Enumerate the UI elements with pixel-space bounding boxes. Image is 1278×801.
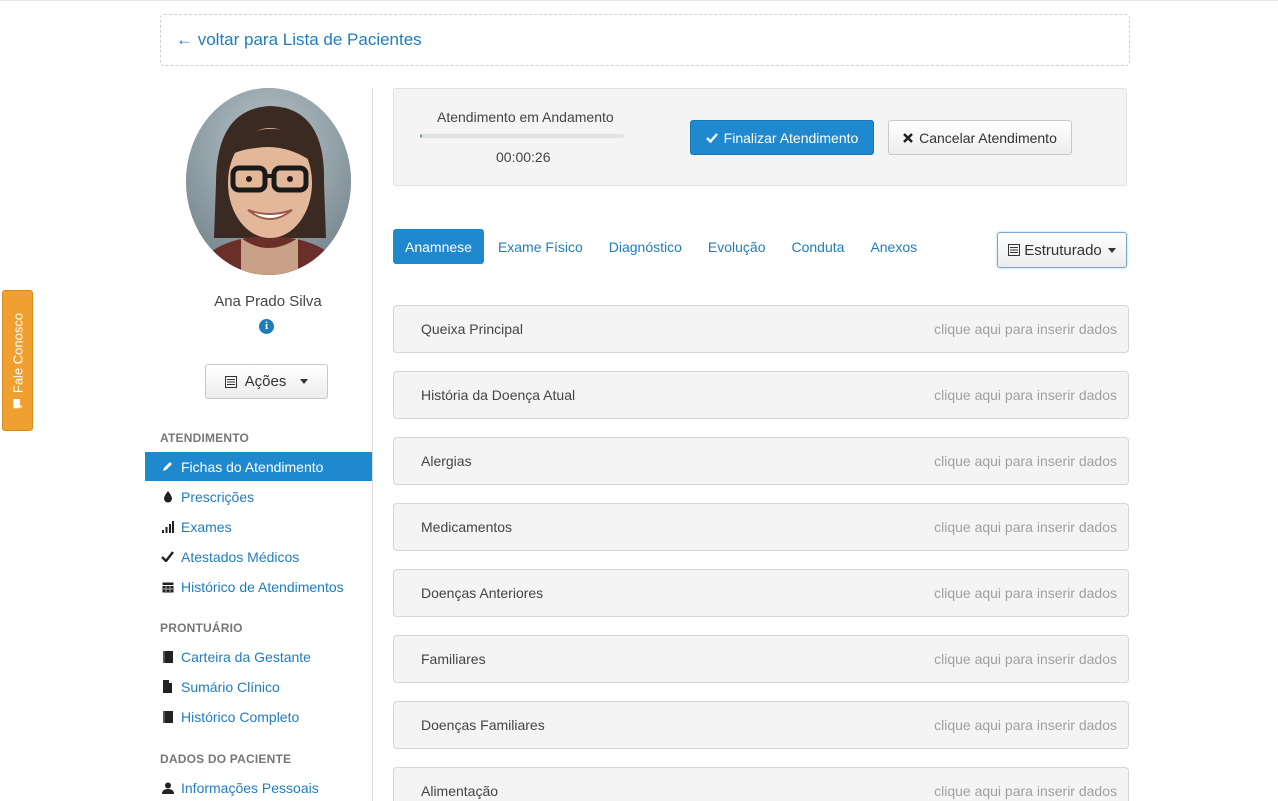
field-label: Queixa Principal [421, 321, 523, 337]
sidebar-item-label: Exames [181, 518, 232, 535]
drop-icon [161, 490, 174, 503]
field-hint: clique aqui para inserir dados [934, 651, 1117, 667]
calendar-icon [161, 580, 174, 593]
cancel-attendance-label: Cancelar Atendimento [919, 129, 1057, 146]
tab-anexos[interactable]: Anexos [858, 229, 929, 264]
field-medicamentos[interactable]: Medicamentos clique aqui para inserir da… [393, 503, 1129, 551]
sidebar: Ana Prado Silva i Ações ATENDIMENTO Fich… [145, 85, 373, 801]
info-icon[interactable]: i [259, 319, 274, 334]
field-label: Medicamentos [421, 519, 513, 535]
field-alimentacao[interactable]: Alimentação clique aqui para inserir dad… [393, 767, 1129, 801]
tab-diagnostico[interactable]: Diagnóstico [597, 229, 694, 264]
book-icon [161, 710, 174, 723]
pencil-icon [161, 460, 174, 473]
check-icon [705, 132, 718, 143]
signal-icon [161, 520, 174, 533]
book-icon [161, 650, 174, 663]
field-label: Alergias [421, 453, 472, 469]
actions-dropdown-button[interactable]: Ações [205, 364, 328, 399]
patient-avatar [186, 88, 351, 275]
sidebar-item-sumario-clinico[interactable]: Sumário Clínico [145, 672, 373, 701]
back-bar: ← voltar para Lista de Pacientes [160, 14, 1130, 66]
feedback-tab-label: Fale Conosco [10, 312, 25, 393]
sidebar-item-historico-atendimentos[interactable]: Histórico de Atendimentos [145, 572, 373, 601]
tab-exame-fisico[interactable]: Exame Físico [486, 229, 595, 264]
close-icon [903, 132, 914, 143]
comment-icon [12, 398, 23, 408]
caret-down-icon [1107, 247, 1116, 253]
file-icon [161, 680, 174, 693]
field-hint: clique aqui para inserir dados [934, 453, 1117, 469]
sidebar-item-informacoes-pessoais[interactable]: Informações Pessoais [145, 773, 373, 801]
field-label: Doenças Familiares [421, 717, 545, 733]
sidebar-item-label: Histórico de Atendimentos [181, 578, 344, 595]
sidebar-item-fichas[interactable]: Fichas do Atendimento [145, 452, 373, 481]
view-mode-label: Estruturado [1024, 241, 1102, 259]
sidebar-item-atestados[interactable]: Atestados Médicos [145, 542, 373, 571]
list-icon [224, 375, 237, 388]
section-title-prontuario: PRONTUÁRIO [160, 621, 243, 635]
field-label: História da Doença Atual [421, 387, 576, 403]
status-label: Atendimento em Andamento [437, 109, 614, 125]
field-historia-doenca-atual[interactable]: História da Doença Atual clique aqui par… [393, 371, 1129, 419]
view-mode-dropdown[interactable]: Estruturado [997, 232, 1127, 268]
field-alergias[interactable]: Alergias clique aqui para inserir dados [393, 437, 1129, 485]
field-hint: clique aqui para inserir dados [934, 321, 1117, 337]
field-hint: clique aqui para inserir dados [934, 387, 1117, 403]
sidebar-item-label: Atestados Médicos [181, 548, 300, 565]
tab-evolucao[interactable]: Evolução [696, 229, 778, 264]
sidebar-item-label: Fichas do Atendimento [181, 458, 324, 475]
field-familiares[interactable]: Familiares clique aqui para inserir dado… [393, 635, 1129, 683]
caret-down-icon [300, 379, 309, 384]
sidebar-item-carteira-gestante[interactable]: Carteira da Gestante [145, 642, 373, 671]
finish-attendance-button[interactable]: Finalizar Atendimento [690, 120, 874, 155]
field-doencas-anteriores[interactable]: Doenças Anteriores clique aqui para inse… [393, 569, 1129, 617]
attendance-progress-bar [420, 134, 624, 138]
user-icon [161, 781, 174, 794]
field-label: Alimentação [421, 783, 499, 799]
sidebar-item-label: Prescrições [181, 488, 255, 505]
field-doencas-familiares[interactable]: Doenças Familiares clique aqui para inse… [393, 701, 1129, 749]
tab-conduta[interactable]: Conduta [780, 229, 857, 264]
field-label: Familiares [421, 651, 486, 667]
field-hint: clique aqui para inserir dados [934, 585, 1117, 601]
list-icon [1008, 244, 1021, 256]
sidebar-item-label: Carteira da Gestante [181, 648, 311, 665]
back-to-patient-list-link[interactable]: ← voltar para Lista de Pacientes [176, 30, 422, 50]
patient-name: Ana Prado Silva [214, 293, 322, 310]
sidebar-item-label: Histórico Completo [181, 708, 300, 725]
section-title-atendimento: ATENDIMENTO [160, 431, 250, 445]
attendance-status-panel: Atendimento em Andamento 00:00:26 Finali… [393, 88, 1127, 186]
field-hint: clique aqui para inserir dados [934, 783, 1117, 799]
sidebar-item-historico-completo[interactable]: Histórico Completo [145, 702, 373, 731]
sidebar-item-label: Informações Pessoais [181, 779, 319, 796]
field-hint: clique aqui para inserir dados [934, 519, 1117, 535]
field-queixa-principal[interactable]: Queixa Principal clique aqui para inseri… [393, 305, 1129, 353]
sidebar-divider [372, 88, 373, 801]
sidebar-item-exames[interactable]: Exames [145, 512, 373, 541]
progress-fill [420, 134, 423, 138]
top-divider [0, 0, 1278, 1]
sidebar-item-label: Sumário Clínico [181, 678, 280, 695]
feedback-tab[interactable]: Fale Conosco [2, 290, 33, 431]
check-icon [161, 550, 174, 563]
sidebar-item-prescricoes[interactable]: Prescrições [145, 482, 373, 511]
tab-anamnese[interactable]: Anamnese [393, 229, 484, 264]
actions-label: Ações [244, 373, 287, 390]
record-tabs: Anamnese Exame Físico Diagnóstico Evoluç… [393, 229, 931, 264]
field-hint: clique aqui para inserir dados [934, 717, 1117, 733]
field-label: Doenças Anteriores [421, 585, 544, 601]
cancel-attendance-button[interactable]: Cancelar Atendimento [888, 120, 1072, 155]
finish-attendance-label: Finalizar Atendimento [723, 129, 859, 146]
section-title-dados-paciente: DADOS DO PACIENTE [160, 752, 292, 766]
attendance-timer: 00:00:26 [496, 149, 551, 165]
